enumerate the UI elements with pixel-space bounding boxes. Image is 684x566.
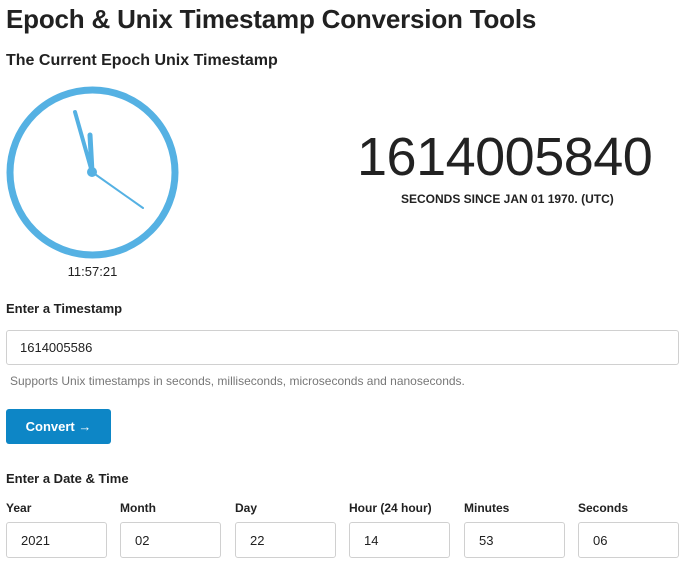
page-title: Epoch & Unix Timestamp Conversion Tools [6, 4, 537, 34]
current-epoch-caption: SECONDS SINCE JAN 01 1970. (UTC) [401, 192, 614, 206]
clock-center [87, 167, 97, 177]
timestamp-help-text: Supports Unix timestamps in seconds, mil… [10, 374, 465, 388]
current-epoch-value: 1614005840 [357, 127, 653, 187]
seconds-label: Seconds [578, 501, 629, 515]
page: Epoch & Unix Timestamp Conversion Tools … [0, 0, 684, 566]
section-title-current-epoch: The Current Epoch Unix Timestamp [6, 52, 278, 69]
day-label: Day [235, 501, 258, 515]
hour-field[interactable] [349, 522, 450, 558]
day-field[interactable] [235, 522, 336, 558]
analog-clock [5, 85, 180, 260]
clock-digital-time: 11:57:21 [67, 264, 118, 279]
clock-second-hand [91, 171, 144, 209]
year-label: Year [6, 501, 32, 515]
month-label: Month [120, 501, 156, 515]
month-field[interactable] [120, 522, 221, 558]
convert-button[interactable]: Convert → [6, 409, 111, 444]
year-field[interactable] [6, 522, 107, 558]
minutes-label: Minutes [464, 501, 510, 515]
seconds-field[interactable] [578, 522, 679, 558]
minutes-field[interactable] [464, 522, 565, 558]
datetime-label: Enter a Date & Time [6, 471, 129, 486]
hour-label: Hour (24 hour) [349, 501, 432, 515]
timestamp-input[interactable] [6, 330, 679, 365]
clock-icon [6, 86, 179, 259]
timestamp-label: Enter a Timestamp [6, 301, 123, 316]
